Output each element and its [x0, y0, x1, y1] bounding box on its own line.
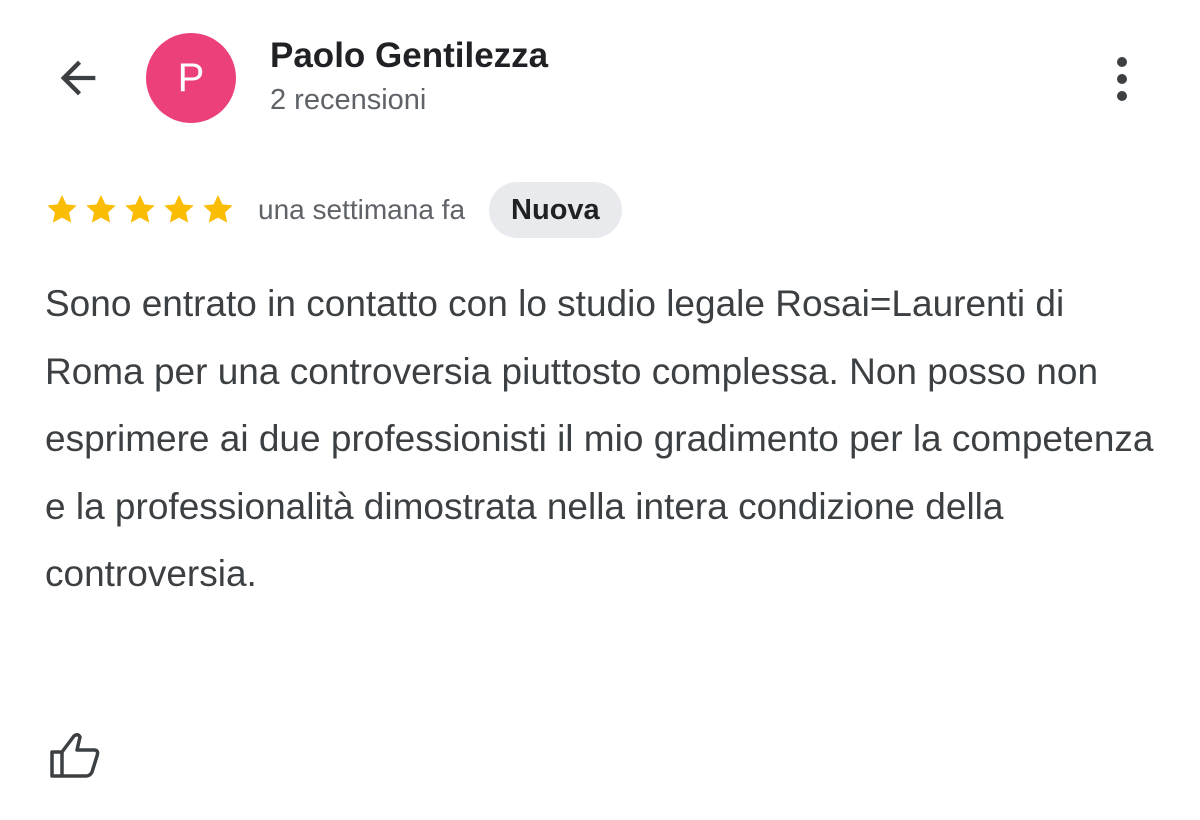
more-options-button[interactable] — [1096, 48, 1148, 110]
star-rating — [44, 192, 236, 228]
star-icon — [161, 192, 197, 228]
like-button[interactable] — [42, 722, 108, 788]
arrow-back-icon — [60, 60, 96, 96]
back-button[interactable] — [46, 50, 110, 106]
star-icon — [44, 192, 80, 228]
review-time: una settimana fa — [258, 194, 466, 225]
review-screen: P Paolo Gentilezza 2 recensioni una sett… — [0, 0, 1200, 820]
new-badge: Nuova — [489, 182, 622, 238]
avatar[interactable]: P — [146, 33, 236, 123]
star-icon — [83, 192, 119, 228]
review-text: Sono entrato in contatto con lo studio l… — [45, 283, 1154, 594]
star-icon — [122, 192, 158, 228]
thumb-up-outline-icon — [50, 732, 100, 778]
rating-row: una settimana fa Nuova — [44, 182, 622, 238]
more-vert-icon — [1117, 57, 1127, 101]
star-icon — [200, 192, 236, 228]
author-name[interactable]: Paolo Gentilezza — [270, 36, 548, 76]
author-review-count: 2 recensioni — [270, 84, 427, 116]
avatar-letter: P — [177, 56, 205, 100]
